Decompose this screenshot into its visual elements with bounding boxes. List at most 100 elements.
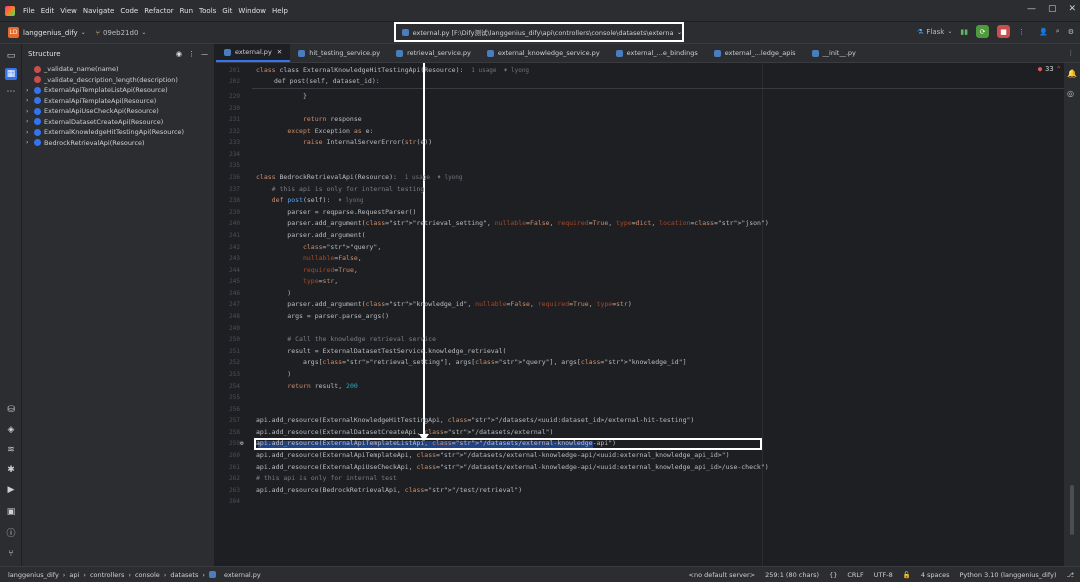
tab-init[interactable]: __init__.py xyxy=(804,44,864,62)
code-line: api.add_resource(ExternalApiUseCheckApi,… xyxy=(256,463,769,471)
server-status[interactable]: <no default server> xyxy=(689,571,756,579)
pause-icon[interactable]: ▮▮ xyxy=(960,28,968,36)
line-number: 241 xyxy=(216,232,240,239)
structure-item[interactable]: ›ExternalKnowledgeHitTestingApi(Resource… xyxy=(26,127,214,138)
code-line: ) xyxy=(256,289,291,297)
code-editor[interactable]: ● 33 ⌃ ⌄ 201 class class ExternalKnowled… xyxy=(216,63,1080,566)
line-number: 237 xyxy=(216,186,240,193)
account-icon[interactable]: 👤 xyxy=(1039,28,1048,36)
lock-icon[interactable]: 🔓 xyxy=(903,571,911,579)
layers-icon[interactable]: ≋ xyxy=(5,444,17,456)
maximize-icon[interactable]: ▢ xyxy=(1048,4,1057,14)
structure-item[interactable]: ›ExternalApiTemplateListApi(Resource) xyxy=(26,85,214,96)
structure-item[interactable]: _validate_name(name) xyxy=(26,64,214,75)
database-icon[interactable]: ⛁ xyxy=(5,404,17,416)
menu-tools[interactable]: Tools xyxy=(199,7,216,15)
structure-item[interactable]: ›ExternalDatasetCreateApi(Resource) xyxy=(26,117,214,128)
flask-run-config[interactable]: ⚗ Flask ⌄ xyxy=(917,28,952,36)
crumb-controllers[interactable]: controllers xyxy=(90,571,124,579)
line-number: 264 xyxy=(216,498,240,505)
project-icon[interactable]: ▭ xyxy=(5,50,17,62)
python-file-icon xyxy=(402,29,409,36)
menu-refactor[interactable]: Refactor xyxy=(144,7,173,15)
search-icon[interactable]: ⌕ xyxy=(1056,27,1060,36)
more-tools-icon[interactable]: ⋯ xyxy=(5,86,17,98)
menu-run[interactable]: Run xyxy=(180,7,193,15)
vcs-icon[interactable]: ⎇ xyxy=(1067,571,1075,579)
line-number: 251 xyxy=(216,348,240,355)
menu-code[interactable]: Code xyxy=(120,7,138,15)
gear-icon[interactable]: ⚙ xyxy=(1068,28,1074,36)
code-line: # this api is only for internal testing xyxy=(256,185,424,193)
line-separator[interactable]: CRLF xyxy=(847,571,863,579)
line-number: 252 xyxy=(216,359,240,366)
tab-hit-testing-service[interactable]: hit_testing_service.py xyxy=(290,44,388,62)
chevron-right-icon: › xyxy=(26,129,34,136)
services-icon[interactable]: ▶ xyxy=(5,484,17,496)
status-bar: langgenius_dify› api› controllers› conso… xyxy=(0,566,1080,582)
more-icon[interactable]: ⋮ xyxy=(188,50,195,58)
project-selector[interactable]: langgenius_dify xyxy=(23,29,78,37)
structure-icon[interactable]: ▦ xyxy=(5,68,17,80)
branch-selector[interactable]: 09eb21d0 xyxy=(103,29,138,37)
structure-item[interactable]: ›ExternalApiUseCheckApi(Resource) xyxy=(26,106,214,117)
right-margin-guide xyxy=(762,63,763,566)
eye-icon[interactable]: ◉ xyxy=(176,50,182,58)
more-icon[interactable]: ⋮ xyxy=(1018,28,1025,36)
crumb-datasets[interactable]: datasets xyxy=(170,571,198,579)
python-interpreter[interactable]: Python 3.10 (langgenius_dify) xyxy=(959,571,1056,579)
code-line: parser.add_argument(class="str">"knowled… xyxy=(256,300,632,308)
file-path-box[interactable]: external.py [F:\Dify测试\langgenius_dify\a… xyxy=(394,22,684,42)
stop-button[interactable]: ■ xyxy=(997,25,1010,38)
line-number: 253 xyxy=(216,371,240,378)
tab-external-bindings[interactable]: external_...e_bindings xyxy=(608,44,706,62)
structure-item[interactable]: _validate_description_length(description… xyxy=(26,75,214,86)
crumb-file[interactable]: external.py xyxy=(224,571,261,579)
line-number: 242 xyxy=(216,244,240,251)
run-gutter-icon[interactable]: ⚙ xyxy=(240,440,244,447)
debug-icon[interactable]: ✱ xyxy=(5,464,17,476)
problems-icon[interactable]: ⓘ xyxy=(5,526,17,538)
python-packages-icon[interactable]: ◈ xyxy=(5,424,17,436)
menu-navigate[interactable]: Navigate xyxy=(83,7,114,15)
python-file-icon xyxy=(298,50,305,57)
code-line: raise InternalServerError(str(e)) xyxy=(256,138,432,146)
braces-icon[interactable]: {} xyxy=(829,571,837,579)
ai-assistant-icon[interactable]: ◎ xyxy=(1067,89,1074,98)
structure-item[interactable]: ›ExternalApiTemplateApi(Resource) xyxy=(26,96,214,107)
close-icon[interactable]: ✕ xyxy=(1068,4,1076,14)
file-encoding[interactable]: UTF-8 xyxy=(874,571,893,579)
close-icon[interactable]: ✕ xyxy=(277,48,282,56)
menu-view[interactable]: View xyxy=(60,7,77,15)
crumb-console[interactable]: console xyxy=(135,571,160,579)
tab-external-ledge-apis[interactable]: external_...ledge_apis xyxy=(706,44,804,62)
code-line: nullable=False, xyxy=(256,254,362,262)
rerun-button[interactable]: ⟳ xyxy=(976,25,989,38)
scrollbar-thumb[interactable] xyxy=(1070,485,1074,535)
code-line: args[class="str">"retrieval_setting"], a… xyxy=(256,358,687,366)
structure-item[interactable]: ›BedrockRetrievalApi(Resource) xyxy=(26,138,214,149)
structure-panel: Structure ◉ ⋮ — _validate_name(name) _va… xyxy=(22,44,215,566)
git-icon[interactable]: ⑂ xyxy=(5,548,17,560)
terminal-icon[interactable]: ▣ xyxy=(5,506,17,518)
more-tabs-icon[interactable]: ⋮ xyxy=(1068,44,1075,62)
panel-title: Structure xyxy=(28,50,61,58)
caret-position[interactable]: 259:1 (80 chars) xyxy=(765,571,819,579)
indent-setting[interactable]: 4 spaces xyxy=(921,571,950,579)
line-number: 257 xyxy=(216,417,240,424)
minimize-panel-icon[interactable]: — xyxy=(201,50,208,58)
crumb-project[interactable]: langgenius_dify xyxy=(8,571,59,579)
menu-file[interactable]: File xyxy=(23,7,35,15)
tab-retrieval-service[interactable]: retrieval_service.py xyxy=(388,44,479,62)
tab-external-knowledge-service[interactable]: external_knowledge_service.py xyxy=(479,44,608,62)
project-badge: LD xyxy=(8,27,19,38)
menu-window[interactable]: Window xyxy=(238,7,266,15)
menu-git[interactable]: Git xyxy=(222,7,232,15)
tab-external-py[interactable]: external.py✕ xyxy=(216,44,290,62)
menu-edit[interactable]: Edit xyxy=(41,7,55,15)
notifications-icon[interactable]: 🔔 xyxy=(1067,69,1077,78)
chevron-up-icon[interactable]: ⌃ xyxy=(1057,65,1061,73)
menu-help[interactable]: Help xyxy=(272,7,288,15)
crumb-api[interactable]: api xyxy=(69,571,79,579)
minimize-icon[interactable]: — xyxy=(1027,4,1036,14)
